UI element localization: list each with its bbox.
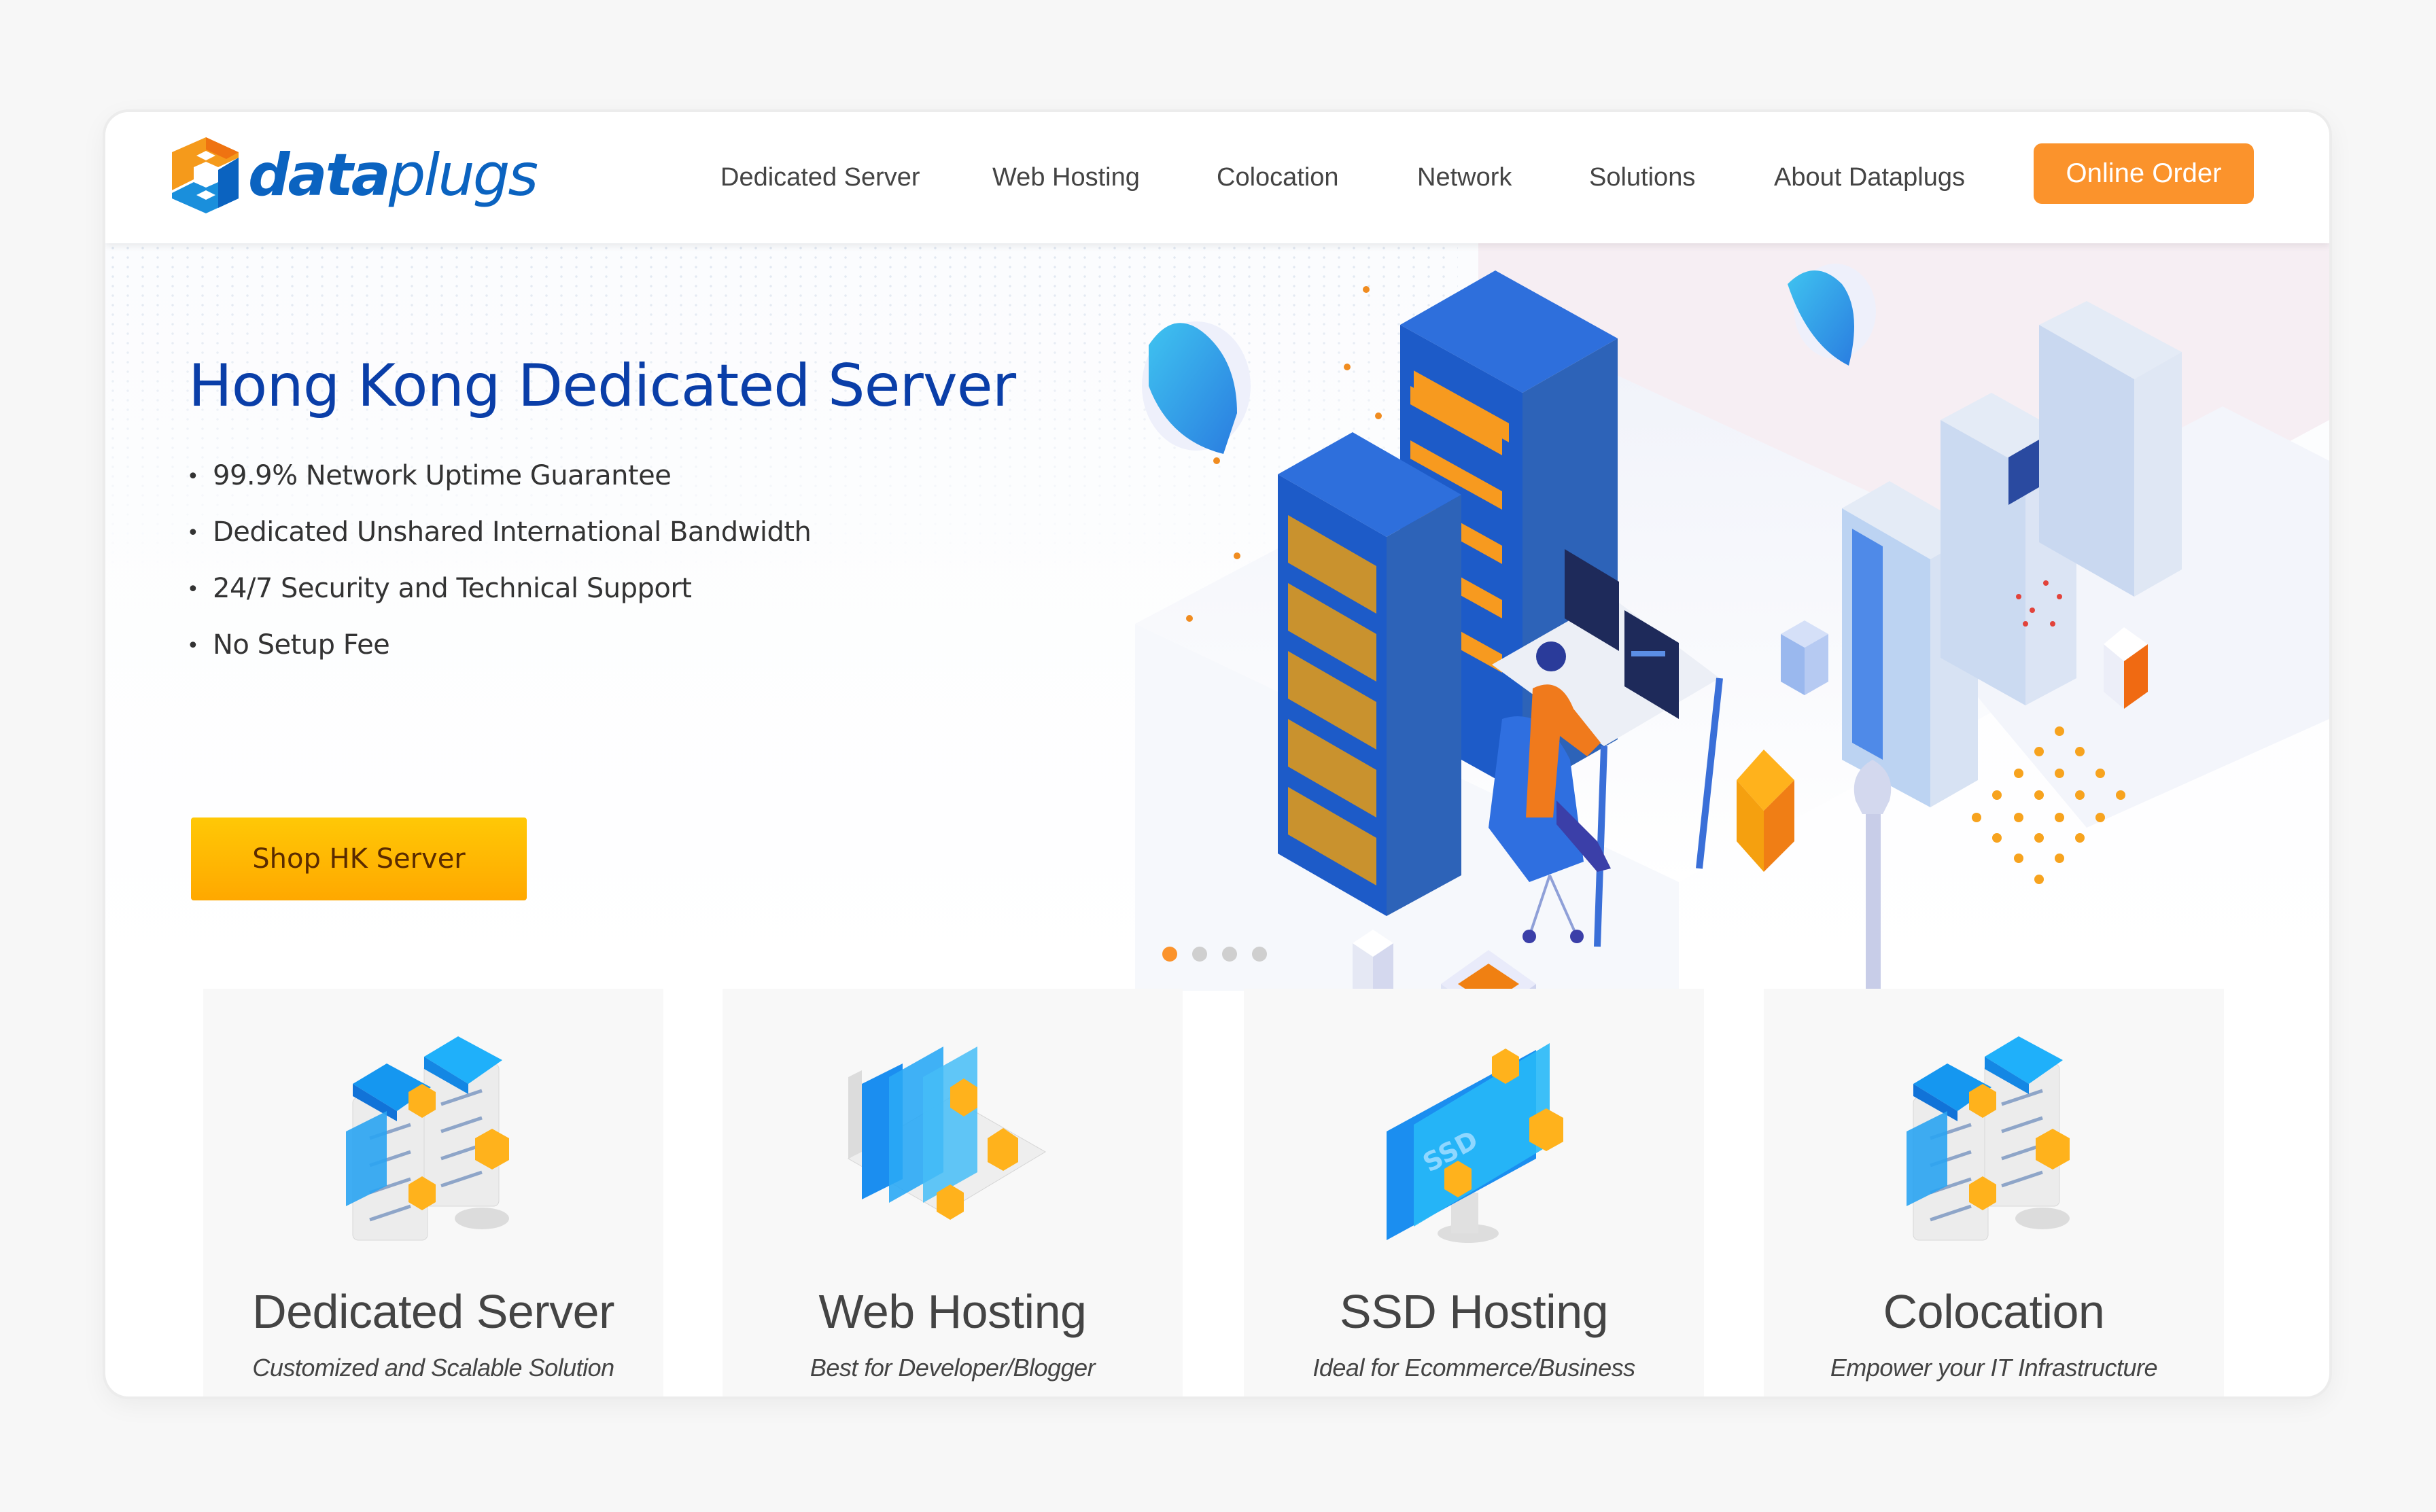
shop-hk-server-button[interactable]: Shop HK Server: [191, 817, 527, 900]
feature-item: • No Setup Fee: [187, 625, 811, 681]
card-title: Colocation: [1883, 1285, 2105, 1338]
bullet-icon: •: [187, 634, 199, 658]
nav-about-dataplugs[interactable]: About Dataplugs: [1774, 157, 1965, 198]
carousel-pagination: [1162, 947, 1267, 962]
cube-icon: [1781, 620, 1828, 695]
isometric-datacenter-illustration: [1135, 243, 2329, 991]
feature-item: • 24/7 Security and Technical Support: [187, 568, 811, 625]
nav-dedicated-server[interactable]: Dedicated Server: [720, 157, 920, 198]
server-rack-icon: [1278, 432, 1461, 916]
service-card-colocation[interactable]: Colocation Empower your IT Infrastructur…: [1764, 989, 2224, 1396]
hero-title: Hong Kong Dedicated Server: [188, 352, 1016, 420]
carousel-dot-1[interactable]: [1162, 947, 1177, 962]
card-subtitle: Ideal for Ecommerce/Business: [1312, 1354, 1635, 1382]
nav-network[interactable]: Network: [1417, 157, 1512, 198]
card-title: SSD Hosting: [1339, 1285, 1609, 1338]
server-stack-icon: [346, 1036, 509, 1241]
browser-page-frame: dataplugs Dedicated Server Web Hosting C…: [105, 112, 2329, 1396]
online-order-button[interactable]: Online Order: [2034, 143, 2254, 204]
service-card-web-hosting[interactable]: Web Hosting Best for Developer/Blogger: [723, 989, 1183, 1396]
main-nav: Dedicated Server Web Hosting Colocation …: [105, 112, 2329, 243]
card-title: Dedicated Server: [252, 1285, 614, 1338]
card-title: Web Hosting: [818, 1285, 1087, 1338]
cloud-icon: [1142, 321, 1251, 454]
feature-item: • 99.9% Network Uptime Guarantee: [187, 455, 811, 512]
service-card-ssd-hosting[interactable]: SSD SSD Hosting Ideal for Ecommerce/Busi…: [1244, 989, 1704, 1396]
bullet-icon: •: [187, 465, 199, 489]
nav-web-hosting[interactable]: Web Hosting: [992, 157, 1140, 198]
feature-item: • Dedicated Unshared International Bandwi…: [187, 512, 812, 568]
card-subtitle: Best for Developer/Blogger: [810, 1354, 1096, 1382]
nav-solutions[interactable]: Solutions: [1589, 157, 1695, 198]
nav-colocation[interactable]: Colocation: [1217, 157, 1339, 198]
site-header: dataplugs Dedicated Server Web Hosting C…: [105, 112, 2329, 243]
card-subtitle: Empower your IT Infrastructure: [1830, 1354, 2158, 1382]
hero-banner: Hong Kong Dedicated Server • 99.9% Networ…: [105, 243, 2329, 991]
ssd-monitor-icon: SSD: [1387, 1043, 1563, 1243]
carousel-dot-4[interactable]: [1252, 947, 1267, 962]
bullet-icon: •: [187, 578, 199, 601]
service-card-dedicated-server[interactable]: Dedicated Server Customized and Scalable…: [203, 989, 663, 1396]
carousel-dot-2[interactable]: [1192, 947, 1207, 962]
server-stack-icon: [1907, 1036, 2070, 1241]
hero-feature-list: • 99.9% Network Uptime Guarantee • Dedicat…: [187, 455, 812, 681]
card-subtitle: Customized and Scalable Solution: [252, 1354, 614, 1382]
carousel-dot-3[interactable]: [1222, 947, 1237, 962]
bullet-icon: •: [187, 521, 199, 545]
laptop-pages-icon: [848, 1047, 1046, 1220]
